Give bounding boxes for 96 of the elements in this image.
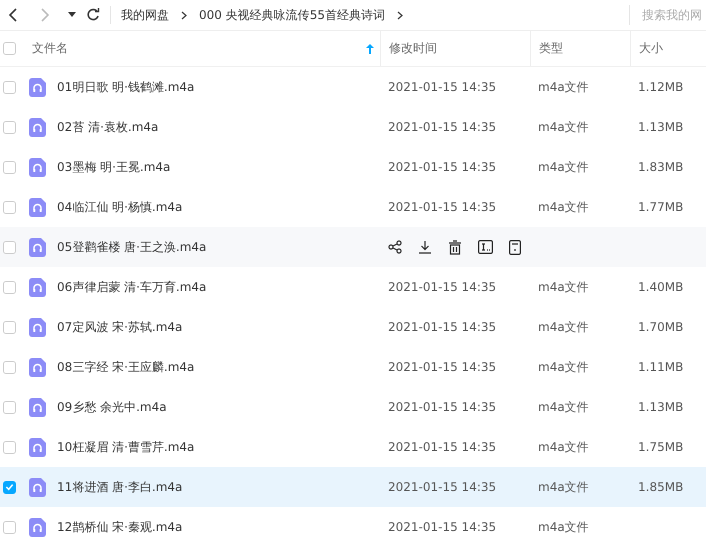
file-size: 1.12MB [637, 80, 684, 94]
file-name[interactable]: 02苔 清·袁枚.m4a [57, 118, 158, 136]
file-type: m4a文件 [537, 398, 590, 416]
file-type: m4a文件 [537, 318, 590, 336]
sort-arrow-icon [366, 44, 374, 54]
audio-file-icon [29, 438, 46, 456]
chevron-icon [397, 10, 403, 20]
file-size: 1.11MB [637, 360, 684, 374]
file-size: 1.13MB [637, 400, 684, 414]
audio-file-icon [29, 78, 46, 96]
file-type: m4a文件 [537, 358, 590, 376]
modified-time: 2021-01-15 14:35 [387, 480, 498, 494]
modified-time: 2021-01-15 14:35 [387, 160, 498, 174]
checkbox[interactable] [3, 42, 16, 55]
file-row[interactable]: 07定风波 宋·苏轼.m4a 2021-01-15 14:35 m4a文件 1.70MB [0, 307, 706, 347]
file-row[interactable]: 09乡愁 余光中.m4a 2021-01-15 14:35 m4a文件 1.13MB [0, 387, 706, 427]
audio-file-icon [29, 158, 46, 176]
file-type: m4a文件 [537, 278, 590, 296]
checkbox[interactable] [3, 400, 16, 414]
checkbox[interactable] [3, 160, 16, 174]
checkbox[interactable] [3, 280, 16, 294]
column-header[interactable]: 修改时间 [389, 40, 437, 57]
modified-time: 2021-01-15 14:35 [387, 120, 498, 134]
file-size: 1.77MB [637, 200, 684, 214]
file-name[interactable]: 08三字经 宋·王应麟.m4a [57, 358, 194, 376]
file-name[interactable]: 03墨梅 明·王冕.m4a [57, 158, 170, 176]
column-header[interactable]: 文件名 [32, 40, 380, 57]
file-row[interactable]: 04临江仙 明·杨慎.m4a 2021-01-15 14:35 m4a文件 1.77MB [0, 187, 706, 227]
audio-file-icon [29, 398, 46, 416]
checkbox[interactable] [3, 360, 16, 374]
checkbox[interactable] [3, 120, 16, 134]
audio-file-icon [29, 478, 46, 496]
audio-file-icon [29, 318, 46, 336]
modified-time: 2021-01-15 14:35 [387, 200, 498, 214]
checkbox[interactable] [3, 200, 16, 214]
file-name[interactable]: 12鹊桥仙 宋·秦观.m4a [57, 518, 182, 536]
modified-time: 2021-01-15 14:35 [387, 360, 498, 374]
file-name[interactable]: 06声律启蒙 清·车万育.m4a [57, 278, 206, 296]
chevron-icon [181, 10, 187, 20]
file-name[interactable]: 07定风波 宋·苏轼.m4a [57, 318, 182, 336]
file-name[interactable]: 04临江仙 明·杨慎.m4a [57, 198, 182, 216]
checkbox[interactable] [3, 480, 16, 494]
file-size: 1.40MB [637, 280, 684, 294]
file-row[interactable]: 03墨梅 明·王冕.m4a 2021-01-15 14:35 m4a文件 1.83MB [0, 147, 706, 187]
modified-time: 2021-01-15 14:35 [387, 400, 498, 414]
file-row[interactable]: 06声律启蒙 清·车万育.m4a 2021-01-15 14:35 m4a文件 1.40MB [0, 267, 706, 307]
column-header[interactable]: 类型 [539, 40, 563, 57]
file-type: m4a文件 [537, 158, 590, 176]
file-size: 1.75MB [637, 440, 684, 454]
file-size: 1.83MB [637, 160, 684, 174]
checkbox[interactable] [3, 520, 16, 534]
modified-time: 2021-01-15 14:35 [387, 520, 498, 534]
breadcrumb-link[interactable]: 000 央视经典咏流传55首经典诗词 [199, 6, 385, 24]
audio-file-icon [29, 278, 46, 296]
file-row[interactable]: 10枉凝眉 清·曹雪芹.m4a 2021-01-15 14:35 m4a文件 1.75MB [0, 427, 706, 467]
checkbox[interactable] [3, 240, 16, 254]
file-size: 1.70MB [637, 320, 684, 334]
file-size: 1.85MB [637, 480, 684, 494]
share-icon[interactable] [388, 240, 402, 254]
file-type: m4a文件 [537, 478, 590, 496]
checkbox[interactable] [3, 80, 16, 94]
modified-time: 2021-01-15 14:35 [387, 320, 498, 334]
file-name[interactable]: 09乡愁 余光中.m4a [57, 398, 167, 416]
file-row[interactable]: 11将进酒 唐·李白.m4a 2021-01-15 14:35 m4a文件 1.85MB [0, 467, 706, 507]
modified-time: 2021-01-15 14:35 [387, 440, 498, 454]
audio-file-icon [29, 238, 46, 256]
file-size: 1.13MB [637, 120, 684, 134]
audio-file-icon [29, 118, 46, 136]
file-type: m4a文件 [537, 198, 590, 216]
file-row[interactable]: 08三字经 宋·王应麟.m4a 2021-01-15 14:35 m4a文件 1.11MB [0, 347, 706, 387]
audio-file-icon [29, 198, 46, 216]
dropdown-icon[interactable] [68, 12, 76, 18]
file-row[interactable]: 05登鹳雀楼 唐·王之涣.m4a [0, 227, 706, 267]
modified-time: 2021-01-15 14:35 [387, 80, 498, 94]
file-type: m4a文件 [537, 118, 590, 136]
file-type: m4a文件 [537, 78, 590, 96]
file-name[interactable]: 11将进酒 唐·李白.m4a [57, 478, 182, 496]
trash-icon[interactable] [448, 240, 462, 254]
modified-time: 2021-01-15 14:35 [387, 280, 498, 294]
file-name[interactable]: 01明日歌 明·钱鹤滩.m4a [57, 78, 194, 96]
refresh-icon[interactable] [86, 8, 100, 22]
rename-icon[interactable] [478, 240, 493, 254]
column-header[interactable]: 大小 [639, 40, 663, 57]
document-icon[interactable] [509, 240, 521, 254]
file-type: m4a文件 [537, 438, 590, 456]
file-row[interactable]: 01明日歌 明·钱鹤滩.m4a 2021-01-15 14:35 m4a文件 1.12MB [0, 67, 706, 107]
checkbox[interactable] [3, 320, 16, 334]
file-row[interactable]: 02苔 清·袁枚.m4a 2021-01-15 14:35 m4a文件 1.13MB [0, 107, 706, 147]
file-name[interactable]: 10枉凝眉 清·曹雪芹.m4a [57, 438, 194, 456]
file-name[interactable]: 05登鹳雀楼 唐·王之涣.m4a [57, 238, 206, 256]
breadcrumb-link[interactable]: 我的网盘 [121, 6, 169, 24]
checkbox[interactable] [3, 440, 16, 454]
file-row[interactable]: 12鹊桥仙 宋·秦观.m4a 2021-01-15 14:35 m4a文件 [0, 507, 706, 538]
audio-file-icon [29, 358, 46, 376]
download-icon[interactable] [418, 240, 432, 254]
file-type: m4a文件 [537, 518, 590, 536]
